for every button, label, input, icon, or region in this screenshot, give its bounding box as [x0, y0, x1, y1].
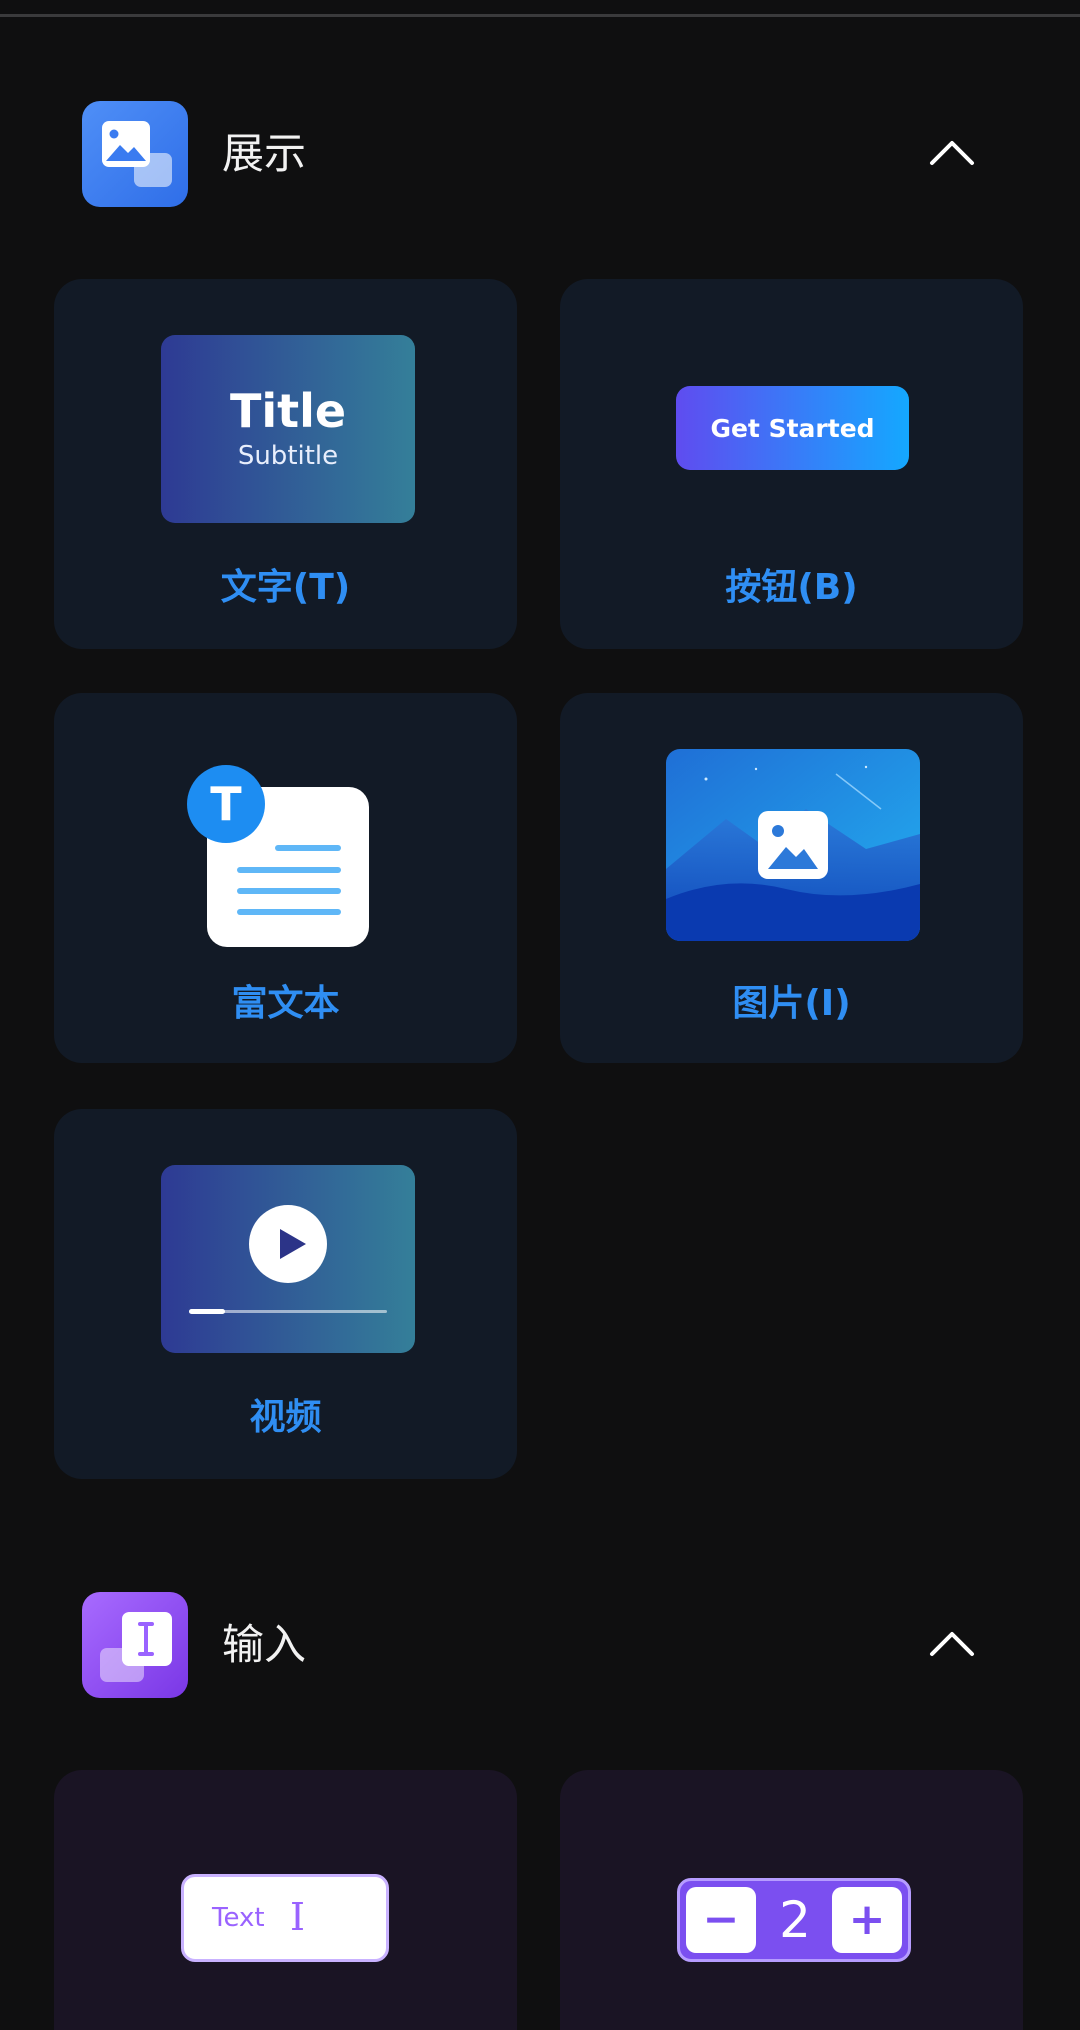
text-cursor-icon: I	[290, 1895, 306, 1939]
button-preview: Get Started	[676, 386, 909, 470]
component-card-video[interactable]: 视频	[54, 1109, 517, 1479]
preview-subtitle: Subtitle	[237, 441, 339, 471]
component-card-text[interactable]: Title Subtitle 文字(T)	[54, 279, 517, 649]
image-preview	[666, 749, 920, 941]
card-label: 文字(T)	[220, 567, 351, 608]
preview-title: Title	[229, 384, 347, 438]
card-label: 按钮(B)	[725, 567, 858, 608]
section-title: 输入	[222, 1620, 307, 1669]
component-card-richtext[interactable]: T 富文本	[54, 693, 517, 1063]
text-cursor-icon	[82, 1592, 188, 1698]
plus-icon: +	[832, 1887, 902, 1953]
card-label: 图片(I)	[732, 983, 851, 1024]
image-icon	[82, 101, 188, 207]
section-header-display[interactable]: 展示	[82, 101, 1002, 207]
input-placeholder: Text	[212, 1903, 265, 1933]
stepper-value: 2	[779, 1891, 811, 1949]
play-icon	[249, 1205, 327, 1283]
text-input-preview: Text I	[181, 1874, 389, 1962]
richtext-preview: T	[187, 765, 369, 947]
component-card-button[interactable]: Get Started 按钮(B)	[560, 279, 1023, 649]
card-label: 视频	[249, 1397, 322, 1438]
stepper-preview: − 2 +	[677, 1878, 911, 1962]
component-card-number-input[interactable]: − 2 +	[560, 1770, 1023, 2030]
card-label: 富文本	[231, 983, 340, 1024]
text-preview: Title Subtitle	[161, 335, 415, 523]
top-divider	[0, 14, 1080, 17]
chevron-up-icon[interactable]	[924, 127, 980, 183]
chevron-up-icon[interactable]	[924, 1618, 980, 1674]
video-preview	[161, 1165, 415, 1353]
section-title: 展示	[222, 129, 307, 178]
progress-fill	[189, 1309, 225, 1314]
text-badge: T	[187, 765, 265, 843]
component-card-image[interactable]: 图片(I)	[560, 693, 1023, 1063]
minus-icon: −	[686, 1887, 756, 1953]
component-card-text-input[interactable]: Text I	[54, 1770, 517, 2030]
section-header-input[interactable]: 输入	[82, 1592, 1002, 1698]
